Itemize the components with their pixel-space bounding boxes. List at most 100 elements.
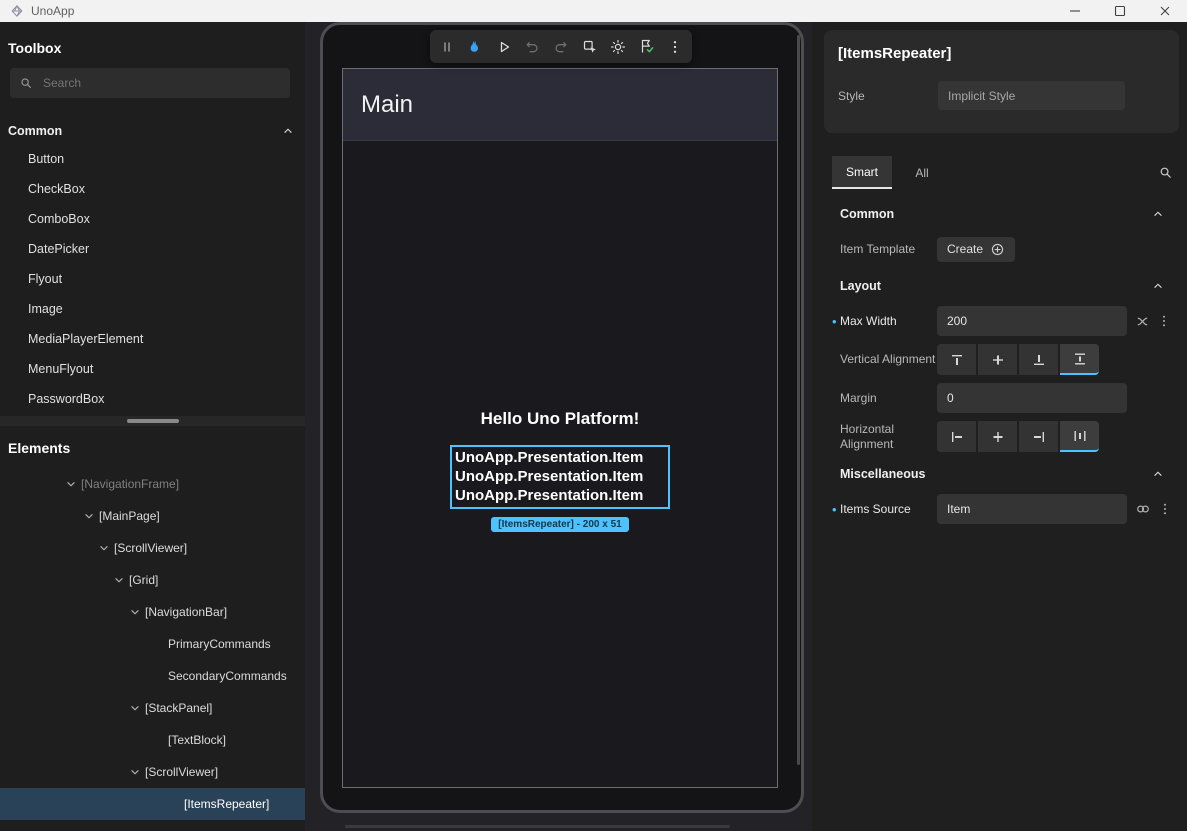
chevron-down-icon[interactable] [82,509,96,523]
tree-item-navigationframe[interactable]: [NavigationFrame] [0,468,305,500]
canvas-horizontal-scrollbar[interactable] [345,825,730,828]
app-body[interactable]: Hello Uno Platform! UnoApp.Presentation.… [343,141,777,786]
search-icon [19,76,33,90]
chevron-up-icon[interactable] [1151,207,1165,221]
undo-icon[interactable] [520,35,544,59]
vertical-alignment-row: Vertical Alignment [832,344,1175,375]
toolbox-item-label: MediaPlayerElement [28,332,143,346]
chevron-down-icon[interactable] [97,541,111,555]
chevron-down-icon[interactable] [128,765,142,779]
toolbar-grip-icon[interactable] [435,35,459,59]
design-toolbar [430,30,692,63]
sidebar-splitter[interactable] [0,416,305,426]
align-vcenter-button[interactable] [978,344,1017,375]
toolbox-item-flyout[interactable]: Flyout [0,264,305,294]
tab-label: All [915,166,928,180]
splitter-grip [127,419,179,423]
horizontal-alignment-label: Horizontal Alignment [840,422,937,452]
section-common[interactable]: Common [840,202,1165,226]
redo-icon[interactable] [549,35,573,59]
align-hcenter-button[interactable] [978,421,1017,452]
close-button[interactable] [1142,0,1187,22]
tree-item-navigationbar[interactable]: [NavigationBar] [0,596,305,628]
elements-tree: [NavigationFrame] [MainPage] [ScrollView… [0,468,305,820]
toolbox-search[interactable] [10,68,290,98]
tree-item-scrollviewer-2[interactable]: [ScrollViewer] [0,756,305,788]
play-icon[interactable] [492,35,516,59]
align-top-button[interactable] [937,344,976,375]
repeater-item: UnoApp.Presentation.Item [455,486,668,505]
x-bind-icon[interactable] [1135,314,1150,329]
section-miscellaneous[interactable]: Miscellaneous [840,462,1165,486]
design-canvas: Main Hello Uno Platform! UnoApp.Presenta… [305,22,812,831]
toolbox-item-label: Image [28,302,63,316]
chevron-down-icon[interactable] [112,573,126,587]
tree-item-stackpanel[interactable]: [StackPanel] [0,692,305,724]
tree-item-textblock[interactable]: [TextBlock] [0,724,305,756]
toolbox-item-checkbox[interactable]: CheckBox [0,174,305,204]
toolbox-item-datepicker[interactable]: DatePicker [0,234,305,264]
chevron-down-icon[interactable] [128,605,142,619]
toolbox-item-label: Flyout [28,272,62,286]
chevron-up-icon[interactable] [1151,279,1165,293]
tree-item-label: [ItemsRepeater] [184,797,269,811]
more-icon[interactable] [1158,502,1172,516]
canvas-vertical-scrollbar[interactable] [797,35,800,765]
tab-all[interactable]: All [892,156,952,189]
chevron-up-icon[interactable] [281,124,295,138]
align-left-button[interactable] [937,421,976,452]
plus-circle-icon [990,242,1005,257]
style-input[interactable] [938,81,1125,110]
properties-search-icon[interactable] [1158,165,1173,180]
margin-input[interactable] [937,383,1127,413]
selection-title: [ItemsRepeater] [838,45,1165,62]
tree-item-label: [Grid] [129,573,158,587]
tree-item-mainpage[interactable]: [MainPage] [0,500,305,532]
items-source-input[interactable] [937,494,1127,524]
tree-item-itemsrepeater[interactable]: [ItemsRepeater] [0,788,305,820]
inspect-icon[interactable] [578,35,602,59]
toolbox-item-image[interactable]: Image [0,294,305,324]
tree-item-secondarycommands[interactable]: SecondaryCommands [0,660,305,692]
align-hstretch-button[interactable] [1060,421,1099,452]
chevron-up-icon[interactable] [1151,467,1165,481]
toolbox-section-common[interactable]: Common [8,120,295,142]
toolbox-item-passwordbox[interactable]: PasswordBox [0,384,305,414]
tree-item-grid[interactable]: [Grid] [0,564,305,596]
binding-icon[interactable] [1135,501,1151,517]
selected-itemsrepeater[interactable]: UnoApp.Presentation.Item UnoApp.Presenta… [450,445,670,509]
chevron-down-icon[interactable] [128,701,142,715]
max-width-row: Max Width [832,306,1175,336]
vertical-alignment-label: Vertical Alignment [840,352,937,367]
tab-smart[interactable]: Smart [832,156,892,189]
toolbox-item-button[interactable]: Button [0,144,305,174]
selection-header-card: [ItemsRepeater] Style [824,30,1179,133]
tree-item-label: [NavigationBar] [145,605,227,619]
toolbox-item-combobox[interactable]: ComboBox [0,204,305,234]
toolbox-item-menuflyout[interactable]: MenuFlyout [0,354,305,384]
toolbox-item-mediaplayerelement[interactable]: MediaPlayerElement [0,324,305,354]
tree-item-primarycommands[interactable]: PrimaryCommands [0,628,305,660]
create-template-button[interactable]: Create [937,237,1015,262]
chevron-down-icon[interactable] [64,477,78,491]
maximize-button[interactable] [1097,0,1142,22]
tab-label: Smart [846,165,878,179]
style-label: Style [838,89,938,103]
minimize-button[interactable] [1052,0,1097,22]
more-icon[interactable] [663,35,687,59]
max-width-input[interactable] [937,306,1127,336]
align-vstretch-button[interactable] [1060,344,1099,375]
more-icon[interactable] [1157,314,1171,328]
align-bottom-button[interactable] [1019,344,1058,375]
theme-icon[interactable] [606,35,630,59]
hot-reload-flame-icon[interactable] [463,35,487,59]
tree-item-label: [TextBlock] [168,733,226,747]
section-layout[interactable]: Layout [840,274,1165,298]
style-row: Style [838,81,1165,110]
tree-item-scrollviewer[interactable]: [ScrollViewer] [0,532,305,564]
status-flag-icon[interactable] [635,35,659,59]
search-input[interactable] [41,75,281,91]
align-right-button[interactable] [1019,421,1058,452]
item-template-label: Item Template [840,242,937,257]
device-screen[interactable]: Main Hello Uno Platform! UnoApp.Presenta… [342,68,778,788]
